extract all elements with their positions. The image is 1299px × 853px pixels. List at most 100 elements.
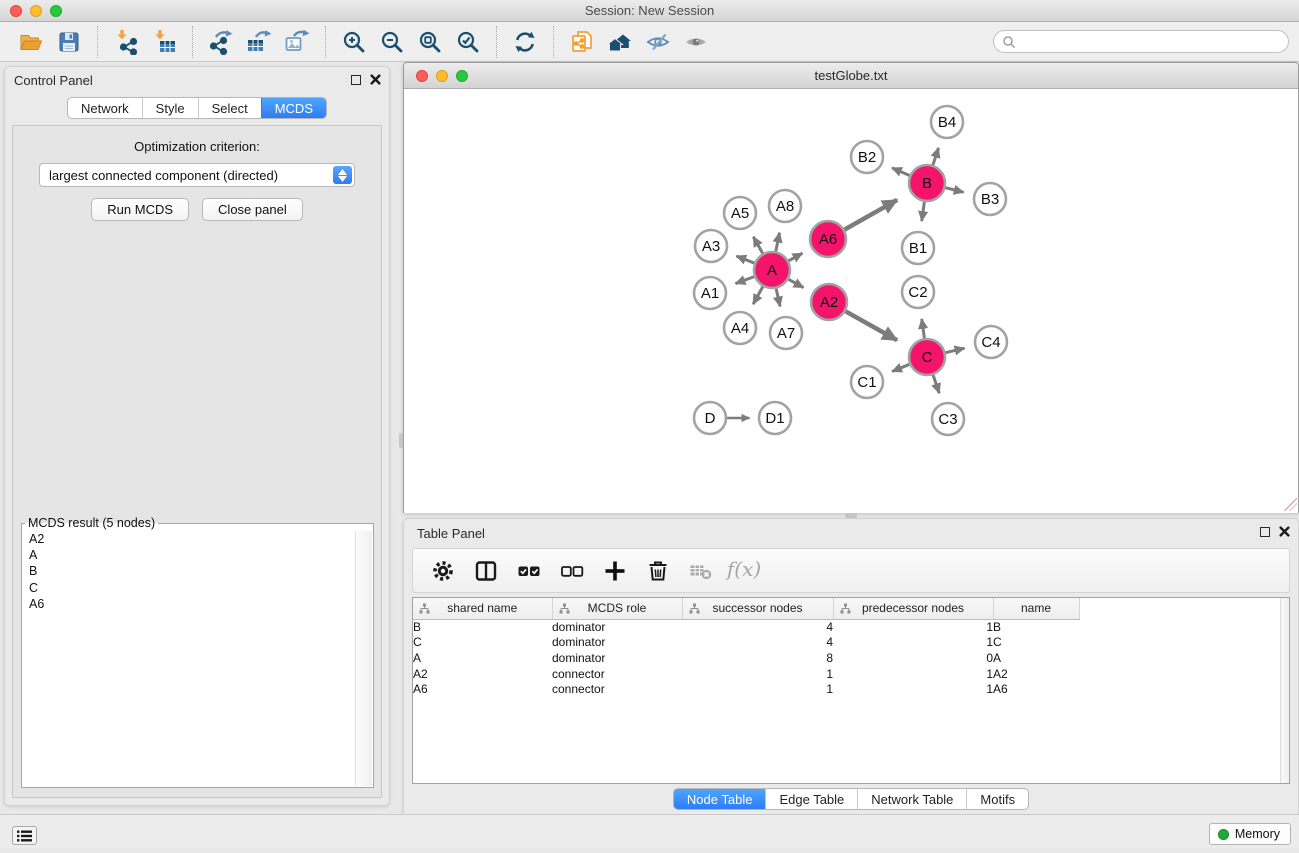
mcds-result-scrollbar[interactable] [355, 531, 372, 786]
table-cell: A2 [413, 666, 552, 682]
import-table-icon[interactable] [149, 28, 179, 56]
mcds-result-list: A2ABCA6 [22, 530, 373, 612]
column-header-mcds-role[interactable]: MCDS role [552, 598, 682, 619]
graph-node-label: A2 [820, 294, 838, 311]
table-scrollbar[interactable] [1280, 598, 1289, 783]
graph-node-label: A4 [731, 320, 749, 337]
tab-network-table[interactable]: Network Table [857, 789, 966, 809]
table-cell: 1 [833, 619, 993, 635]
run-mcds-button[interactable]: Run MCDS [91, 198, 189, 221]
show-task-history-button[interactable] [12, 826, 37, 845]
graph-edge-A-A6 [789, 253, 803, 261]
table-cell: A6 [993, 681, 1079, 697]
zoom-fit-icon[interactable] [415, 28, 445, 56]
graph-edge-B-B3 [945, 188, 963, 193]
control-panel-tabs: NetworkStyleSelectMCDS [67, 97, 327, 119]
graph-node-label: A6 [819, 231, 837, 248]
toggle-visibility-icon[interactable] [643, 28, 673, 56]
network-window-title: testGlobe.txt [404, 68, 1298, 83]
close-panel-button[interactable]: Close panel [202, 198, 303, 221]
graph-edge-A-A7 [776, 289, 780, 307]
tab-select[interactable]: Select [198, 98, 261, 118]
mcds-result-item[interactable]: B [29, 563, 373, 579]
mcds-result-item[interactable]: A [29, 547, 373, 563]
close-table-panel-icon[interactable] [1279, 526, 1290, 537]
zoom-selected-icon[interactable] [453, 28, 483, 56]
table-row[interactable]: Adominator80A [413, 650, 1079, 666]
deselect-all-icon[interactable] [558, 557, 586, 585]
table-row[interactable]: Bdominator41B [413, 619, 1079, 635]
home-icon[interactable] [605, 28, 635, 56]
graph-node-label: C3 [938, 411, 957, 428]
export-image-icon[interactable] [282, 28, 312, 56]
zoom-in-icon[interactable] [339, 28, 369, 56]
optimization-criterion-label: Optimization criterion: [13, 126, 381, 154]
column-header-successor-nodes[interactable]: successor nodes [682, 598, 833, 619]
table-row[interactable]: Cdominator41C [413, 635, 1079, 651]
export-network-icon[interactable] [206, 28, 236, 56]
graph-node-label: A5 [731, 205, 749, 222]
column-header-predecessor-nodes[interactable]: predecessor nodes [833, 598, 993, 619]
float-panel-icon[interactable] [351, 75, 361, 85]
graph-edge-A-A5 [753, 237, 762, 254]
graph-node-label: B3 [981, 191, 999, 208]
table-cell: connector [552, 666, 682, 682]
add-column-icon[interactable] [601, 557, 629, 585]
open-network-file-icon[interactable] [567, 28, 597, 56]
table-cell: C [413, 635, 552, 651]
table-panel: Table Panel f(x) share [403, 518, 1299, 820]
graph-edge-B-B4 [933, 148, 939, 165]
mcds-result-box: MCDS result (5 nodes) A2ABCA6 [21, 516, 374, 788]
close-panel-icon[interactable] [370, 74, 381, 85]
criterion-value: largest connected component (directed) [49, 168, 278, 183]
tab-motifs[interactable]: Motifs [966, 789, 1028, 809]
search-input[interactable] [993, 30, 1289, 53]
network-window-titlebar[interactable]: testGlobe.txt [404, 63, 1298, 89]
tab-style[interactable]: Style [142, 98, 198, 118]
dropdown-stepper-icon [333, 166, 352, 184]
table-row[interactable]: A6connector11A6 [413, 681, 1079, 697]
table-settings-icon[interactable] [429, 557, 457, 585]
zoom-out-icon[interactable] [377, 28, 407, 56]
toolbar-separator [496, 26, 497, 58]
table-row[interactable]: A2connector11A2 [413, 666, 1079, 682]
table-cell: 8 [682, 650, 833, 666]
network-graph[interactable]: B4B2BB3A5A8A6B1A3AA1C2A2A4A7C4CC1C3DD1 [404, 89, 1298, 513]
window-resize-grip[interactable] [1284, 498, 1297, 511]
table-cell: dominator [552, 650, 682, 666]
column-header-shared-name[interactable]: shared name [413, 598, 552, 619]
table-cell: 1 [682, 681, 833, 697]
import-network-icon[interactable] [111, 28, 141, 56]
column-header-name[interactable]: name [993, 598, 1079, 619]
graph-node-label: B [922, 175, 932, 192]
refresh-icon[interactable] [510, 28, 540, 56]
table-cell: A [993, 650, 1079, 666]
show-columns-icon[interactable] [472, 557, 500, 585]
export-table-icon[interactable] [244, 28, 274, 56]
mcds-result-item[interactable]: A6 [29, 596, 373, 612]
vertical-splitter-handle[interactable] [399, 433, 403, 448]
tab-node-table[interactable]: Node Table [674, 789, 766, 809]
graph-edge-C-C3 [933, 375, 939, 393]
float-table-panel-icon[interactable] [1260, 527, 1270, 537]
network-canvas[interactable]: B4B2BB3A5A8A6B1A3AA1C2A2A4A7C4CC1C3DD1 [404, 89, 1298, 513]
graph-edge-B-B1 [922, 202, 925, 221]
delete-column-icon[interactable] [644, 557, 672, 585]
apply-function-icon[interactable]: f(x) [730, 557, 758, 585]
criterion-dropdown[interactable]: largest connected component (directed) [39, 163, 355, 187]
tab-mcds[interactable]: MCDS [261, 98, 326, 118]
graph-node-label: C1 [857, 374, 876, 391]
tab-network[interactable]: Network [68, 98, 142, 118]
table-cell: A2 [993, 666, 1079, 682]
save-session-icon[interactable] [54, 28, 84, 56]
show-all-icon[interactable] [681, 28, 711, 56]
open-session-icon[interactable] [16, 28, 46, 56]
delete-table-icon[interactable] [687, 557, 715, 585]
tab-edge-table[interactable]: Edge Table [765, 789, 857, 809]
select-all-icon[interactable] [515, 557, 543, 585]
table-cell: 1 [682, 666, 833, 682]
mcds-result-item[interactable]: C [29, 580, 373, 596]
memory-button[interactable]: Memory [1209, 823, 1291, 845]
status-bar: Memory [0, 814, 1299, 848]
mcds-result-item[interactable]: A2 [29, 531, 373, 547]
